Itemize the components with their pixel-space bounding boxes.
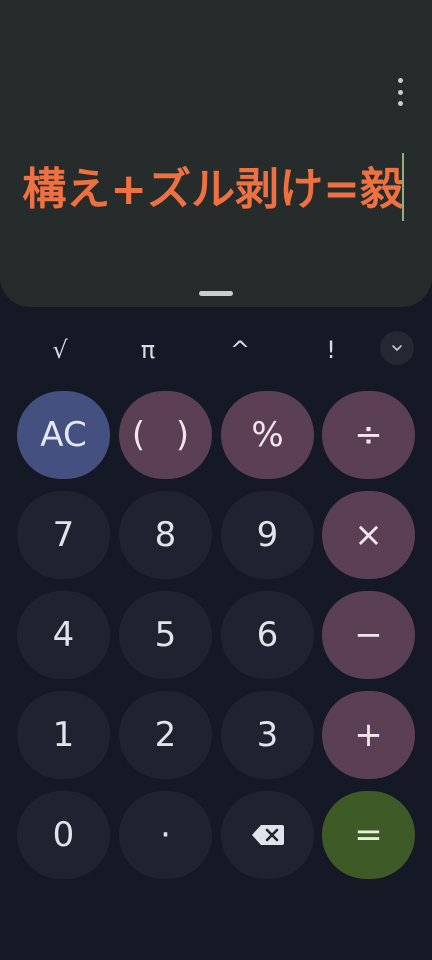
backspace-button[interactable] <box>221 791 314 879</box>
digit-5-button[interactable]: 5 <box>119 591 212 679</box>
chevron-down-icon <box>392 345 402 351</box>
plus-button[interactable]: + <box>322 691 415 779</box>
multiply-button[interactable]: × <box>322 491 415 579</box>
ac-button[interactable]: AC <box>17 391 110 479</box>
sqrt-button[interactable]: √ <box>30 330 90 370</box>
menu-dot <box>397 101 403 106</box>
more-vert-icon[interactable] <box>388 78 412 106</box>
digit-4-button[interactable]: 4 <box>17 591 110 679</box>
minus-button[interactable]: − <box>322 591 415 679</box>
expression-field[interactable]: 構え+ズル剥け=毅 <box>22 160 404 220</box>
decimal-button[interactable]: · <box>119 791 212 879</box>
percent-button[interactable]: % <box>221 391 314 479</box>
power-button[interactable]: ^ <box>210 330 270 370</box>
digit-6-button[interactable]: 6 <box>221 591 314 679</box>
calculator-app: 構え+ズル剥け=毅 √ π ^ ! AC ( ) % ÷ 7 8 9 × 4 5… <box>0 0 432 960</box>
scientific-row: √ π ^ ! <box>0 330 432 370</box>
parentheses-label: ( ) <box>131 415 200 455</box>
digit-2-button[interactable]: 2 <box>119 691 212 779</box>
digit-9-button[interactable]: 9 <box>221 491 314 579</box>
factorial-button[interactable]: ! <box>301 330 361 370</box>
digit-3-button[interactable]: 3 <box>221 691 314 779</box>
divide-button[interactable]: ÷ <box>322 391 415 479</box>
digit-8-button[interactable]: 8 <box>119 491 212 579</box>
digit-7-button[interactable]: 7 <box>17 491 110 579</box>
digit-0-button[interactable]: 0 <box>17 791 110 879</box>
menu-dot <box>397 89 403 95</box>
expand-button[interactable] <box>380 331 414 365</box>
text-cursor <box>402 153 404 221</box>
equals-button[interactable]: = <box>322 791 415 879</box>
menu-dot <box>397 78 403 83</box>
drag-handle[interactable] <box>199 291 233 296</box>
pi-button[interactable]: π <box>118 330 178 370</box>
backspace-icon <box>251 825 284 845</box>
digit-1-button[interactable]: 1 <box>17 691 110 779</box>
parentheses-button[interactable]: ( ) <box>119 391 212 479</box>
display-panel: 構え+ズル剥け=毅 <box>0 0 432 307</box>
